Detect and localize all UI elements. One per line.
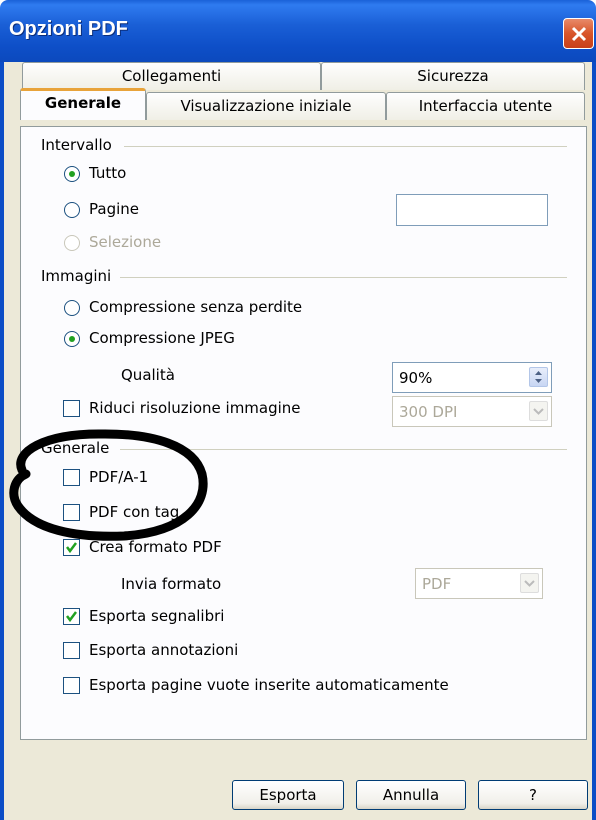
submit-format-label: Invia formato [121, 575, 222, 593]
radio-compressione-jpeg[interactable] [64, 331, 80, 347]
checkbox-esporta-annotazioni[interactable] [63, 642, 80, 659]
tab-generale[interactable]: Generale [20, 88, 146, 120]
resolution-value: 300 DPI [399, 403, 458, 421]
radio-selezione-label: Selezione [89, 233, 162, 251]
close-button[interactable] [563, 18, 594, 49]
export-button[interactable]: Esporta [232, 780, 344, 810]
tab-collegamenti[interactable]: Collegamenti [22, 62, 321, 90]
checkbox-riduci-risoluzione-label[interactable]: Riduci risoluzione immagine [89, 399, 301, 417]
window-frame-right [592, 62, 596, 820]
quality-spinbox[interactable]: 90% [392, 362, 552, 393]
radio-selezione [64, 235, 80, 251]
tab-sicurezza[interactable]: Sicurezza [321, 62, 585, 90]
resolution-dropdown: 300 DPI [392, 396, 552, 427]
radio-compressione-senza-perdite[interactable] [64, 300, 80, 316]
help-button[interactable]: ? [478, 780, 588, 810]
checkbox-riduci-risoluzione[interactable] [63, 400, 80, 417]
radio-tutto-label[interactable]: Tutto [89, 164, 126, 182]
checkbox-esporta-annotazioni-label[interactable]: Esporta annotazioni [89, 641, 238, 659]
section-separator [124, 146, 567, 147]
checkbox-esporta-segnalibri[interactable] [63, 608, 80, 625]
annotation-circle-icon [9, 429, 208, 541]
checkbox-esporta-pagine-vuote-label[interactable]: Esporta pagine vuote inserite automatica… [89, 676, 449, 694]
radio-pagine[interactable] [64, 202, 80, 218]
title-bar[interactable]: Opzioni PDF [0, 0, 596, 62]
tab-interfaccia-utente[interactable]: Interfaccia utente [386, 92, 585, 120]
section-immagini-heading: Immagini [41, 267, 112, 285]
submit-format-value: PDF [422, 575, 452, 593]
radio-pagine-label[interactable]: Pagine [89, 200, 139, 218]
checkmark-icon [66, 611, 77, 623]
pdf-options-dialog: Opzioni PDF Collegamenti Sicurezza Gener… [0, 0, 596, 820]
checkbox-esporta-segnalibri-label[interactable]: Esporta segnalibri [89, 607, 224, 625]
submit-format-dropdown: PDF [415, 568, 543, 599]
radio-compressione-jpeg-label[interactable]: Compressione JPEG [89, 329, 235, 347]
radio-compressione-senza-perdite-label[interactable]: Compressione senza perdite [89, 298, 302, 316]
chevron-down-icon [520, 573, 539, 593]
tab-visualizzazione-iniziale[interactable]: Visualizzazione iniziale [146, 92, 386, 120]
cancel-button[interactable]: Annulla [356, 780, 466, 810]
spin-arrows-icon[interactable] [529, 367, 548, 387]
checkbox-esporta-pagine-vuote[interactable] [63, 677, 80, 694]
quality-value: 90% [399, 369, 433, 387]
section-intervallo-heading: Intervallo [41, 136, 112, 154]
quality-label: Qualità [121, 366, 175, 384]
window-title: Opzioni PDF [9, 18, 128, 40]
pages-input[interactable] [396, 194, 548, 226]
radio-tutto[interactable] [64, 166, 80, 182]
close-icon [571, 26, 587, 42]
chevron-down-icon [529, 401, 548, 421]
section-separator [120, 277, 567, 278]
